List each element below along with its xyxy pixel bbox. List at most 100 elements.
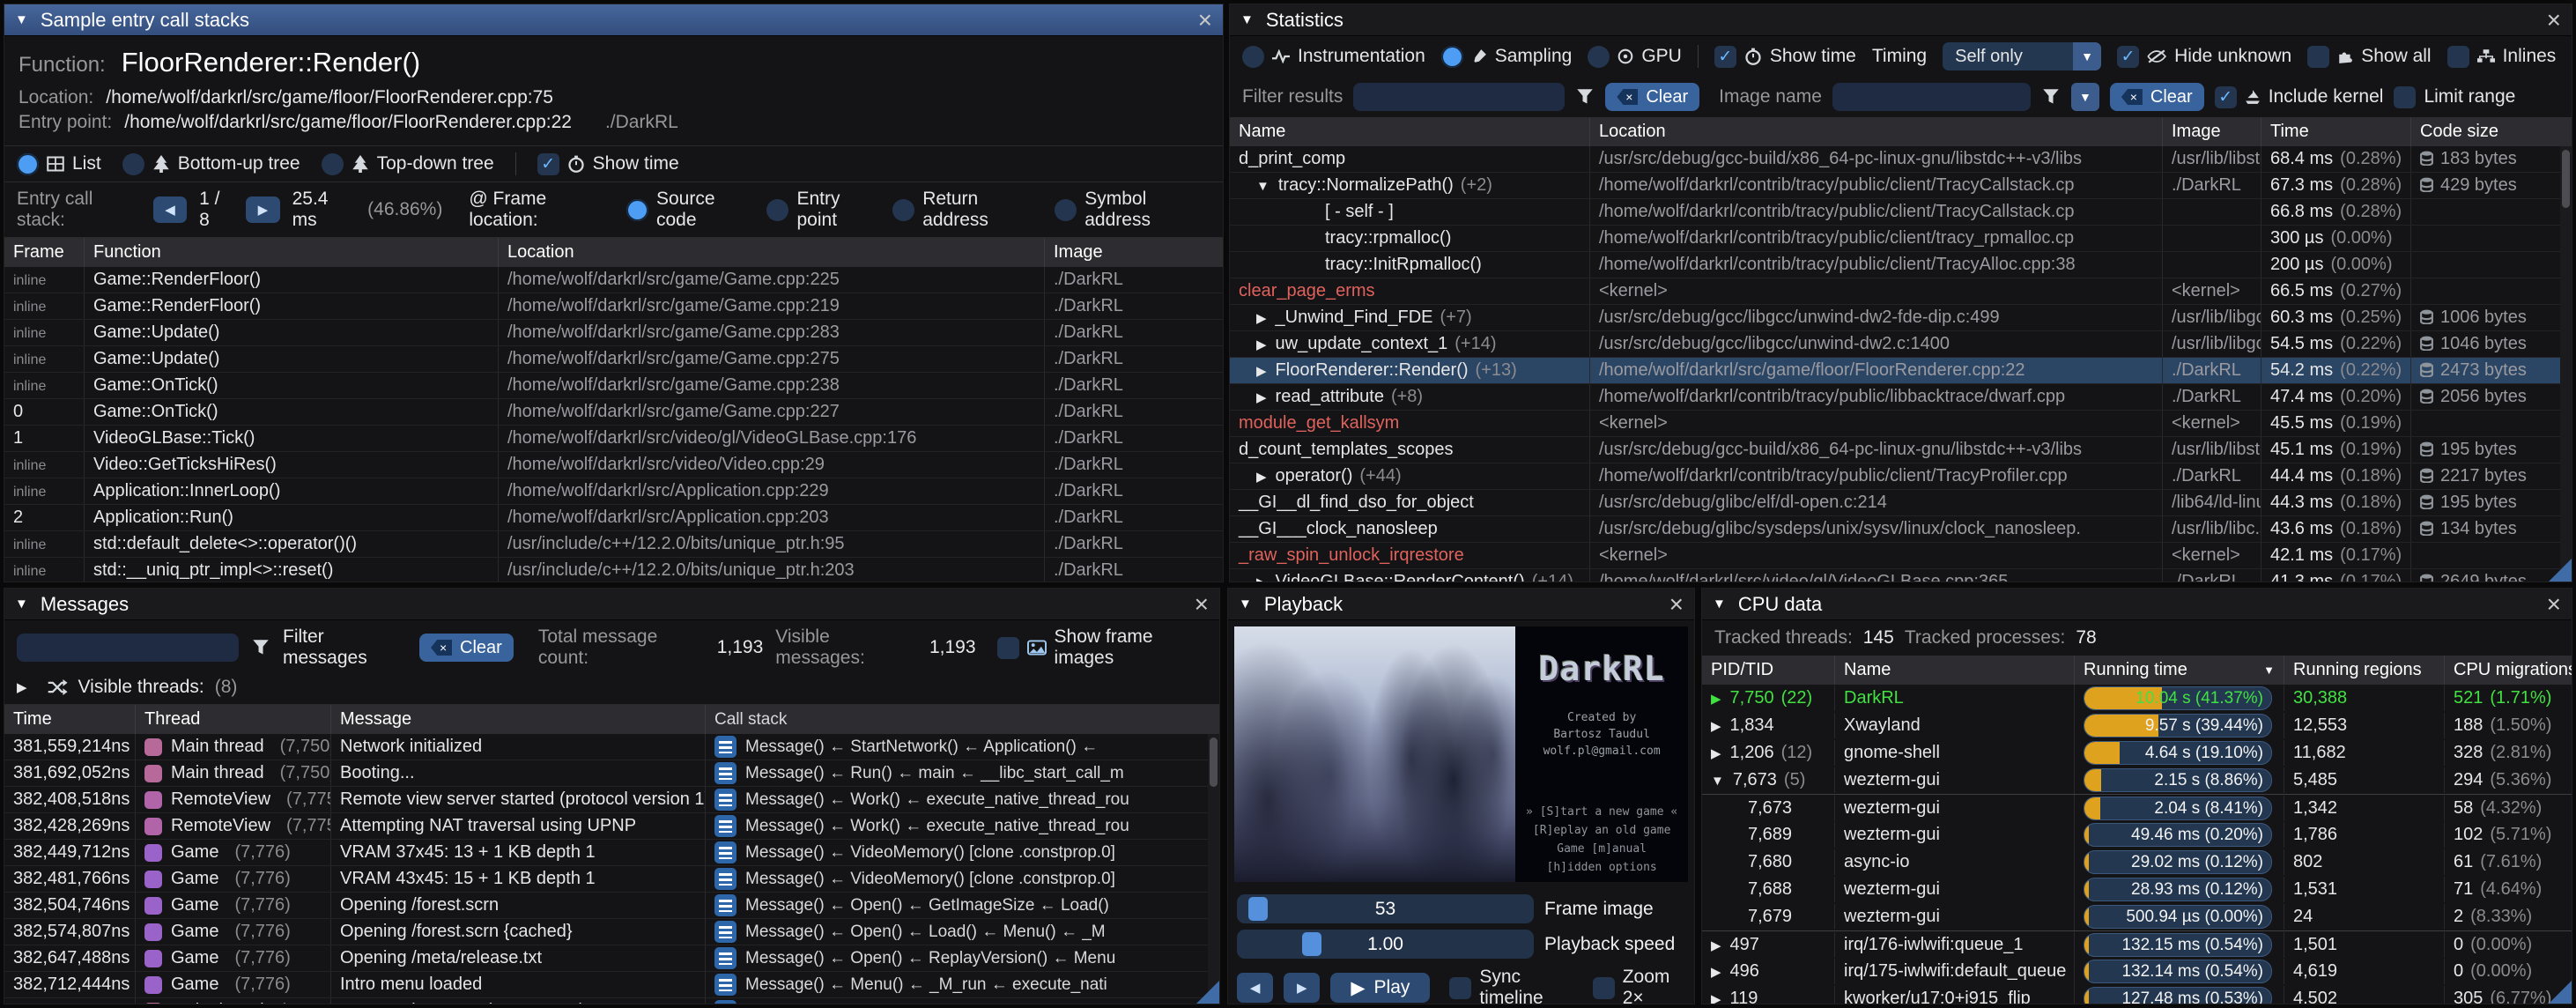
checkbox-show-time[interactable]: ✓ Show time [1714,46,1856,68]
statistics-titlebar[interactable]: ▼ Statistics × [1230,4,2572,36]
funnel-icon[interactable] [251,639,270,656]
call-stack-icon[interactable] [714,868,737,890]
clear-image-filter-button[interactable]: Clear [2110,83,2204,111]
cpu-thread-row[interactable]: 7,679 wezterm-gui 500.94 µs (0.00%) 24 2… [1702,903,2572,930]
radio-gpu[interactable]: GPU [1588,46,1682,68]
statistics-row[interactable]: __GI__dl_find_dso_for_object /usr/src/de… [1230,490,2572,516]
statistics-row[interactable]: tracy::rpmalloc() /home/wolf/darkrl/cont… [1230,226,2572,252]
prev-stack-button[interactable]: ◀ [153,196,187,223]
cpu-thread-row[interactable]: 7,673 wezterm-gui 2.04 s (8.41%) 1,342 5… [1702,794,2572,821]
message-row[interactable]: 381,692,052ns Main thread(7,750) Booting… [4,760,1219,787]
scrollbar-thumb[interactable] [1210,737,1218,787]
image-name-input[interactable] [1832,83,2031,111]
statistics-row[interactable]: d_print_comp /usr/src/debug/gcc-build/x8… [1230,146,2572,173]
cpu-thread-row[interactable]: ▶496 irq/175-iwlwifi:default_queue 132.1… [1702,958,2572,985]
message-row[interactable]: 382,712,444ns Game(7,776) Intro menu loa… [4,972,1219,998]
call-stack-icon[interactable] [714,947,737,969]
playback-speed-slider[interactable]: 1.00 [1237,930,1534,959]
radio-list[interactable]: List [17,153,101,175]
checkbox-include-kernel[interactable]: ✓ Include kernel [2215,86,2384,108]
statistics-row[interactable]: ▶VideoGLBase::RenderContent()(+14) /home… [1230,569,2572,582]
checkbox-hide-unknown[interactable]: ✓ Hide unknown [2117,46,2291,68]
collapse-icon[interactable]: ▼ [1713,597,1726,611]
call-stack-icon[interactable] [714,974,737,996]
close-icon[interactable]: × [2547,596,2561,613]
call-stack-frame-row[interactable]: inline Game::Update() /home/wolf/darkrl/… [4,320,1223,346]
message-row[interactable]: 382,481,766ns Game(7,776) VRAM 43x45: 15… [4,866,1219,893]
clear-messages-filter-button[interactable]: Clear [419,634,514,662]
statistics-row[interactable]: ▶operator()(+44) /home/wolf/darkrl/contr… [1230,463,2572,490]
chevron-down-icon[interactable]: ▼ [2071,83,2099,111]
call-stack-frame-row[interactable]: inline Game::Update() /home/wolf/darkrl/… [4,346,1223,373]
cpu-thread-row[interactable]: ▶1,206(12) gnome-shell 4.64 s (19.10%) 1… [1702,739,2572,767]
message-row[interactable]: 382,428,269ns RemoteView(7,775) Attempti… [4,813,1219,840]
expand-icon[interactable]: ▶ [1256,363,1267,379]
expand-icon[interactable]: ▶ [1711,964,1721,980]
call-stack-frame-row[interactable]: inline Game::RenderFloor() /home/wolf/da… [4,293,1223,320]
checkbox-inlines[interactable]: Inlines [2447,46,2557,68]
expand-icon[interactable]: ▼ [1711,774,1724,789]
call-stack-icon[interactable] [714,921,737,943]
message-row[interactable]: 382,408,518ns RemoteView(7,775) Remote v… [4,787,1219,813]
play-button[interactable]: ▶Play [1330,973,1430,1003]
statistics-row[interactable]: __GI___clock_nanosleep /usr/src/debug/gl… [1230,516,2572,543]
call-stack-icon[interactable] [714,1000,737,1004]
call-stack-icon[interactable] [714,841,737,863]
expand-icon[interactable]: ▶ [1256,310,1267,326]
checkbox-show-frame-images[interactable]: Show frame images [997,626,1207,669]
cpu-thread-row[interactable]: 7,680 async-io 29.02 ms (0.12%) 802 61(7… [1702,849,2572,876]
call-stack-icon[interactable] [714,789,737,811]
scrollbar-thumb[interactable] [2562,150,2570,208]
statistics-row[interactable]: ▶read_attribute(+8) /home/wolf/darkrl/co… [1230,384,2572,411]
collapse-icon[interactable]: ▼ [1240,12,1254,27]
expand-icon[interactable]: ▶ [1256,574,1267,582]
checkbox-zoom-2x[interactable]: Zoom 2× [1593,967,1685,1004]
message-row[interactable]: 389,169,674ns Main thread(7,750) New ren… [4,998,1219,1004]
call-stack-frame-row[interactable]: inline Game::RenderFloor() /home/wolf/da… [4,267,1223,293]
radio-symbol-address[interactable]: Symbol address [1055,189,1210,231]
cpu-thread-row[interactable]: ▶1,834 Xwayland 9.57 s (39.44%) 12,553 1… [1702,712,2572,739]
call-stack-frame-row[interactable]: inline std::default_delete<>::operator()… [4,531,1223,558]
statistics-row[interactable]: ▶_Unwind_Find_FDE(+7) /usr/src/debug/gcc… [1230,305,2572,331]
next-frame-button[interactable]: ▶ [1284,973,1320,1003]
call-stack-frame-row[interactable]: 0 Game::OnTick() /home/wolf/darkrl/src/g… [4,399,1223,426]
expand-icon[interactable]: ▶ [1711,718,1721,734]
sample-panel-titlebar[interactable]: ▼ Sample entry call stacks × [4,4,1223,36]
chevron-down-icon[interactable]: ▼ [2073,42,2101,70]
cpu-thread-row[interactable]: 7,688 wezterm-gui 28.93 ms (0.12%) 1,531… [1702,876,2572,903]
funnel-icon[interactable] [2041,88,2061,106]
checkbox-show-all[interactable]: Show all [2307,46,2431,68]
radio-return-address[interactable]: Return address [892,189,1042,231]
cpu-thread-row[interactable]: ▶497 irq/176-iwlwifi:queue_1 132.15 ms (… [1702,930,2572,958]
filter-results-input[interactable] [1353,83,1565,111]
funnel-icon[interactable] [1575,88,1595,106]
checkbox-show-time[interactable]: ✓ Show time [537,153,679,175]
next-stack-button[interactable]: ▶ [246,196,279,223]
messages-titlebar[interactable]: ▼ Messages × [4,589,1219,620]
expand-icon[interactable]: ▶ [1711,745,1721,761]
visible-threads-row[interactable]: ▶ Visible threads: (8) [4,675,1219,704]
call-stack-frame-row[interactable]: inline Game::OnTick() /home/wolf/darkrl/… [4,373,1223,399]
resize-grip[interactable] [2549,559,2572,582]
close-icon[interactable]: × [1195,596,1209,613]
resize-grip[interactable] [2549,981,2572,1004]
scrollbar[interactable] [2560,146,2572,582]
expand-icon[interactable]: ▶ [1711,691,1721,707]
close-icon[interactable]: × [1669,596,1684,613]
checkbox-sync-timeline[interactable]: Sync timeline [1449,967,1574,1004]
checkbox-limit-range[interactable]: Limit range [2394,86,2515,108]
call-stack-icon[interactable] [714,894,737,916]
expand-icon[interactable]: ▼ [1256,179,1269,194]
statistics-row[interactable]: module_get_kallsym <kernel> <kernel> 45.… [1230,411,2572,437]
message-row[interactable]: 381,559,214ns Main thread(7,750) Network… [4,734,1219,760]
prev-frame-button[interactable]: ◀ [1237,973,1273,1003]
collapse-icon[interactable]: ▼ [1239,597,1252,611]
playback-titlebar[interactable]: ▼ Playback × [1228,589,1694,620]
collapse-icon[interactable]: ▼ [15,12,28,27]
message-row[interactable]: 382,574,807ns Game(7,776) Opening /fores… [4,919,1219,945]
call-stack-frame-row[interactable]: 2 Application::Run() /home/wolf/darkrl/s… [4,505,1223,531]
message-row[interactable]: 382,647,488ns Game(7,776) Opening /meta/… [4,945,1219,972]
radio-source-code[interactable]: Source code [626,189,755,231]
call-stack-frame-row[interactable]: 1 VideoGLBase::Tick() /home/wolf/darkrl/… [4,426,1223,452]
cpu-thread-row[interactable]: ▶119 kworker/u17:0+i915_flip 127.48 ms (… [1702,985,2572,1004]
